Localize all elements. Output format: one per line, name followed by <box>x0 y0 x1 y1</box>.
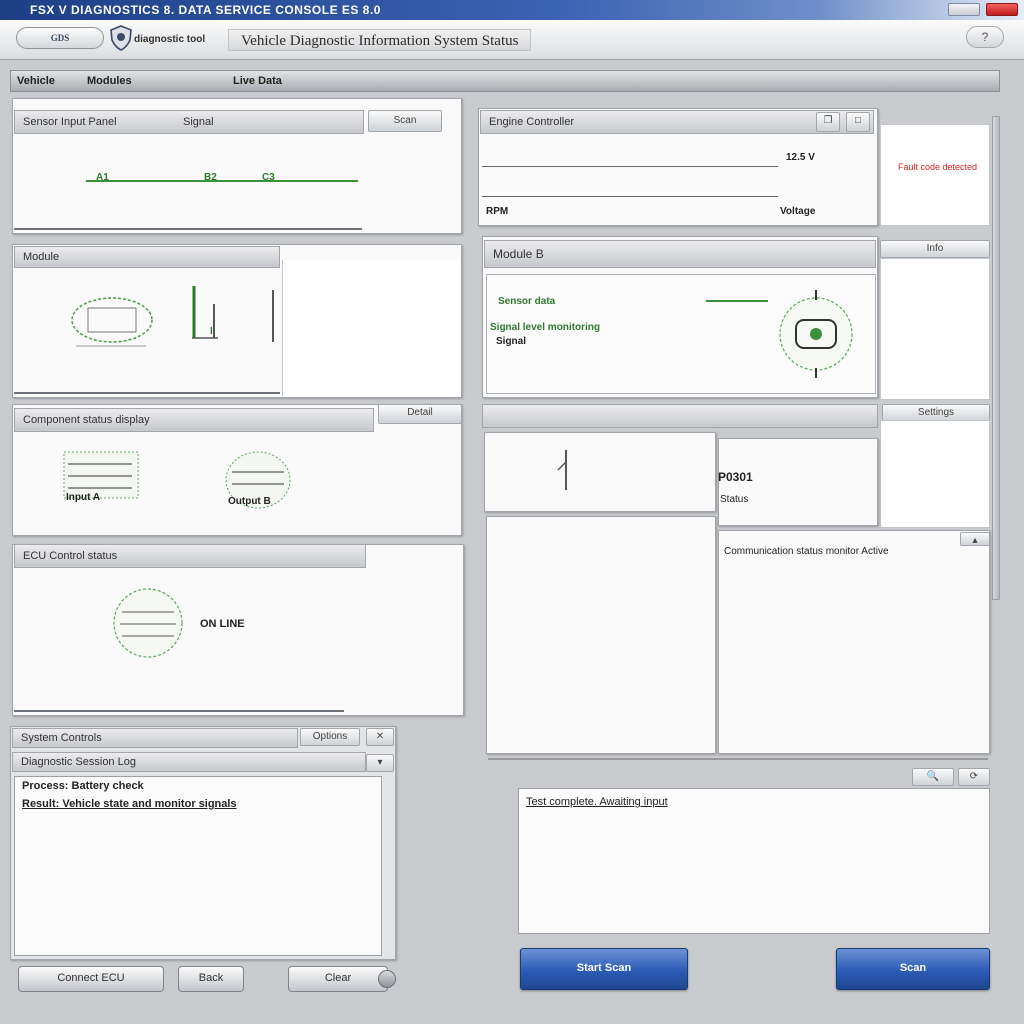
panel-title: Module B <box>493 247 544 261</box>
detail-button[interactable]: Detail <box>378 404 462 424</box>
module-line: Signal level monitoring <box>490 322 601 333</box>
panel-subheader: Diagnostic Session Log <box>12 752 366 772</box>
main-tab-bar: Vehicle Modules Live Data <box>10 70 1000 92</box>
signal-trace <box>86 180 358 182</box>
collapse-icon[interactable]: ▾ <box>366 754 394 772</box>
scan-button[interactable]: Scan <box>836 948 990 990</box>
signal-view <box>484 432 716 512</box>
divider <box>482 166 778 167</box>
start-scan-button[interactable]: Start Scan <box>520 948 688 990</box>
divider <box>482 196 778 197</box>
scan-button[interactable]: Scan <box>368 110 442 132</box>
module-tab-label: I <box>210 326 213 337</box>
divider <box>14 228 362 230</box>
window-restore-icon[interactable]: ❐ <box>816 112 840 132</box>
panel-title: Engine Controller <box>489 116 574 128</box>
status-sub: Status <box>720 494 749 505</box>
panel-title: Component status display <box>23 414 150 426</box>
brand-text: diagnostic tool <box>134 34 206 45</box>
trace-label: B2 <box>204 172 217 183</box>
trace-label: A1 <box>96 172 109 183</box>
trace-label: C3 <box>262 172 275 183</box>
divider <box>14 710 344 712</box>
clear-button[interactable]: Clear <box>288 966 388 992</box>
voltage-label: Voltage <box>780 206 816 217</box>
panel-title: Sensor Input Panel <box>23 116 117 128</box>
panel-title: System Controls <box>21 732 102 744</box>
ecu-gauge-icon <box>113 588 183 658</box>
engine-diagram-icon <box>71 297 153 347</box>
toggle-knob-icon[interactable] <box>378 970 396 988</box>
page-title: Vehicle Diagnostic Information System St… <box>228 29 532 51</box>
signal-trace <box>706 300 768 302</box>
side-panel <box>880 258 990 400</box>
options-button[interactable]: Options <box>300 728 360 746</box>
panel-title: Module <box>23 251 60 263</box>
marker-line <box>272 290 274 342</box>
component-label: Input A <box>66 492 101 503</box>
side-panel <box>880 420 990 528</box>
help-button[interactable]: ? <box>966 26 1004 48</box>
tab-vehicle[interactable]: Vehicle <box>17 75 55 87</box>
panel-header: ECU Control status <box>14 544 366 568</box>
expand-icon[interactable]: ▴ <box>960 532 990 546</box>
window-max-icon[interactable]: □ <box>846 112 870 132</box>
ecu-control-panel <box>12 544 464 716</box>
dial-icon <box>779 290 853 378</box>
panel-header: Module B <box>484 240 876 268</box>
signal-marker-icon <box>557 450 567 490</box>
shield-icon <box>110 25 132 51</box>
tab-live-data[interactable]: Live Data <box>233 75 282 87</box>
communication-title: Communication status monitor Active <box>724 546 889 557</box>
module-line: Signal <box>496 336 527 347</box>
panel-header: Component status display <box>14 408 374 432</box>
fault-alert: Fault code detected <box>898 162 978 172</box>
component-label: Output B <box>228 496 271 507</box>
tab-modules[interactable]: Modules <box>87 75 132 87</box>
panel-header: Module <box>14 246 280 268</box>
close-icon[interactable]: ✕ <box>366 728 394 746</box>
panel-header: Sensor Input Panel Signal <box>14 110 364 134</box>
gauge-bar-icon <box>192 286 218 339</box>
alert-sidebar <box>880 124 990 226</box>
panel-header: Engine Controller <box>480 110 874 134</box>
app-logo: GDS <box>16 27 104 49</box>
panel-title: ECU Control status <box>23 550 118 562</box>
graph-area <box>486 516 716 754</box>
log-line: Process: Battery check <box>22 780 144 792</box>
refresh-icon[interactable]: ⟳ <box>958 768 990 786</box>
panel-header: System Controls <box>12 728 298 748</box>
panel-subtitle: Signal <box>183 116 214 128</box>
close-button[interactable] <box>986 3 1018 16</box>
rpm-label: RPM <box>486 206 509 217</box>
search-icon[interactable]: 🔍 <box>912 768 954 786</box>
connect-ecu-button[interactable]: Connect ECU <box>18 966 164 992</box>
minimize-button[interactable] <box>948 3 980 16</box>
communication-panel <box>718 530 990 754</box>
status-code: P0301 <box>718 470 753 484</box>
module-detail-area <box>282 260 460 396</box>
message-area <box>518 788 990 934</box>
voltage-value: 12.5 V <box>786 152 815 163</box>
status-message: Test complete. Awaiting input <box>526 796 668 808</box>
module-line: Sensor data <box>498 296 556 307</box>
back-button[interactable]: Back <box>178 966 244 992</box>
panel-header <box>482 404 878 428</box>
window-title: FSX V DIAGNOSTICS 8. DATA SERVICE CONSOL… <box>30 3 381 17</box>
log-title: Diagnostic Session Log <box>21 756 136 768</box>
divider <box>14 392 280 394</box>
divider <box>488 758 988 760</box>
vertical-scrollbar[interactable] <box>992 116 1000 600</box>
ecu-status-readout: ON LINE <box>200 618 245 630</box>
window-title-bar: FSX V DIAGNOSTICS 8. DATA SERVICE CONSOL… <box>0 0 1024 20</box>
log-line: Result: Vehicle state and monitor signal… <box>22 798 237 810</box>
info-button[interactable]: Info <box>880 240 990 258</box>
